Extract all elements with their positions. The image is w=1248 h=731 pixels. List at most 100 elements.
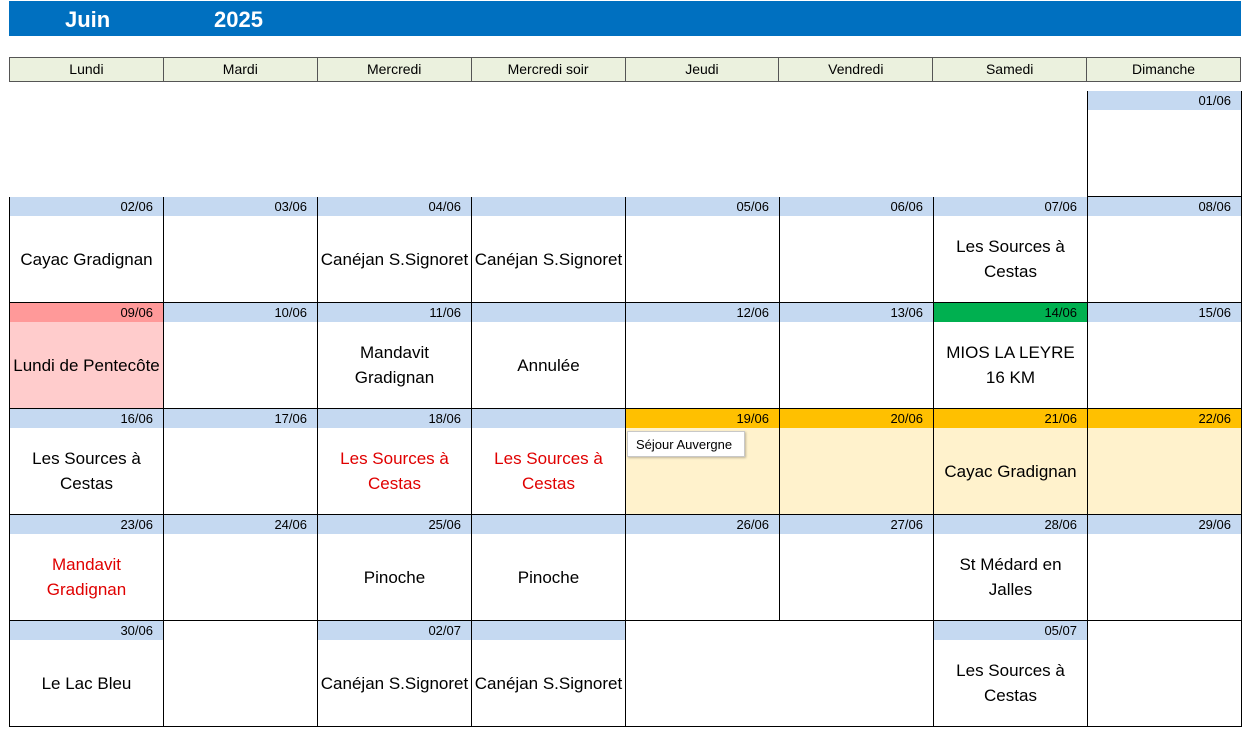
- date-strip: [472, 515, 625, 534]
- date-strip: 05/07: [934, 621, 1087, 640]
- calendar-cell[interactable]: 28/06 St Médard en Jalles: [933, 515, 1088, 621]
- event-label: Le Lac Bleu: [41, 673, 132, 693]
- date-strip: 27/06: [780, 515, 933, 534]
- date-strip: 07/06: [934, 197, 1087, 216]
- calendar-cell[interactable]: 05/07 Les Sources à Cestas: [933, 621, 1088, 727]
- calendar-cell[interactable]: 03/06: [163, 197, 318, 303]
- calendar-cell[interactable]: 15/06: [1087, 303, 1242, 409]
- calendar-cell[interactable]: [625, 621, 780, 727]
- calendar-cell[interactable]: 16/06 Les Sources à Cestas: [9, 409, 164, 515]
- date-strip: 08/06: [1088, 197, 1241, 216]
- weekday-header-cell[interactable]: Jeudi: [625, 57, 780, 82]
- calendar-cell[interactable]: 12/06: [625, 303, 780, 409]
- calendar-cell[interactable]: [163, 621, 318, 727]
- calendar-cell[interactable]: 02/07 Canéjan S.Signoret: [317, 621, 472, 727]
- calendar-cell[interactable]: 10/06: [163, 303, 318, 409]
- date-strip: [472, 303, 625, 322]
- tooltip-sejour-auvergne: Séjour Auvergne: [627, 431, 745, 457]
- event-label: Les Sources à Cestas: [956, 661, 1065, 705]
- event-label: Cayac Gradignan: [944, 461, 1077, 481]
- event-label: Pinoche: [517, 567, 580, 587]
- weekday-header-cell[interactable]: Mercredi soir: [471, 57, 626, 82]
- date-strip: 25/06: [318, 515, 471, 534]
- calendar-cell[interactable]: 25/06 Pinoche: [317, 515, 472, 621]
- date-strip: 15/06: [1088, 303, 1241, 322]
- calendar-cell[interactable]: 22/06: [1087, 409, 1242, 515]
- date-strip: 22/06: [1088, 409, 1241, 428]
- calendar-cell[interactable]: 01/06: [1087, 91, 1242, 197]
- event-label: Les Sources à Cestas: [32, 449, 141, 493]
- calendar-cell[interactable]: 29/06: [1087, 515, 1242, 621]
- date-strip: 06/06: [780, 197, 933, 216]
- calendar-cell[interactable]: Les Sources à Cestas: [471, 409, 626, 515]
- calendar-cell[interactable]: 24/06: [163, 515, 318, 621]
- calendar-cell[interactable]: 06/06: [779, 197, 934, 303]
- event-label: St Médard en Jalles: [959, 555, 1062, 599]
- weekday-header-cell[interactable]: Mercredi: [317, 57, 472, 82]
- calendar-cell[interactable]: 02/06 Cayac Gradignan: [9, 197, 164, 303]
- date-strip: 29/06: [1088, 515, 1241, 534]
- event-label: Annulée: [517, 355, 580, 375]
- date-strip: 01/06: [1088, 91, 1241, 110]
- date-strip: [472, 621, 625, 640]
- calendar-cell[interactable]: 21/06 Cayac Gradignan: [933, 409, 1088, 515]
- weekday-header-cell[interactable]: Mardi: [163, 57, 318, 82]
- date-strip: 21/06: [934, 409, 1087, 428]
- event-label: Canéjan S.Signoret: [474, 249, 623, 269]
- date-strip: 24/06: [164, 515, 317, 534]
- calendar-cell[interactable]: 30/06 Le Lac Bleu: [9, 621, 164, 727]
- calendar-cell[interactable]: 17/06: [163, 409, 318, 515]
- weekday-header-cell[interactable]: Lundi: [9, 57, 164, 82]
- event-label: Lundi de Pentecôte: [13, 355, 160, 375]
- date-strip: 18/06: [318, 409, 471, 428]
- calendar-cell[interactable]: [779, 621, 934, 727]
- calendar-cell[interactable]: 07/06 Les Sources à Cestas: [933, 197, 1088, 303]
- calendar-cell[interactable]: Canéjan S.Signoret: [471, 197, 626, 303]
- calendar-cell[interactable]: 18/06 Les Sources à Cestas: [317, 409, 472, 515]
- date-strip: 28/06: [934, 515, 1087, 534]
- date-strip: 13/06: [780, 303, 933, 322]
- date-strip: 17/06: [164, 409, 317, 428]
- calendar-cell[interactable]: 19/06: [625, 409, 780, 515]
- calendar-cell[interactable]: 09/06 Lundi de Pentecôte: [9, 303, 164, 409]
- event-label: MIOS LA LEYRE 16 KM: [946, 343, 1075, 387]
- calendar-cell[interactable]: 13/06: [779, 303, 934, 409]
- date-strip: 14/06: [934, 303, 1087, 322]
- month-title-bar: Juin 2025: [9, 1, 1241, 36]
- weekday-header-cell[interactable]: Dimanche: [1087, 57, 1241, 82]
- calendar-cell[interactable]: 08/06: [1087, 197, 1242, 303]
- calendar-cell[interactable]: 27/06: [779, 515, 934, 621]
- event-label: Les Sources à Cestas: [956, 237, 1065, 281]
- calendar-cell[interactable]: [1087, 621, 1242, 727]
- calendar-cell[interactable]: Annulée: [471, 303, 626, 409]
- date-strip: 19/06: [626, 409, 779, 428]
- event-label: Canéjan S.Signoret: [474, 673, 623, 693]
- calendar-cell[interactable]: 04/06 Canéjan S.Signoret: [317, 197, 472, 303]
- date-strip: 26/06: [626, 515, 779, 534]
- calendar-cell[interactable]: 11/06 Mandavit Gradignan: [317, 303, 472, 409]
- calendar-cell[interactable]: 20/06: [779, 409, 934, 515]
- date-strip: 23/06: [10, 515, 163, 534]
- year-label: 2025: [214, 7, 263, 32]
- date-strip: 03/06: [164, 197, 317, 216]
- weekday-header-cell[interactable]: Vendredi: [779, 57, 934, 82]
- event-label: Pinoche: [363, 567, 426, 587]
- calendar-cell[interactable]: Canéjan S.Signoret: [471, 621, 626, 727]
- date-strip: 11/06: [318, 303, 471, 322]
- calendar-cell[interactable]: Pinoche: [471, 515, 626, 621]
- date-strip: 09/06: [10, 303, 163, 322]
- date-strip: 05/06: [626, 197, 779, 216]
- calendar-cell[interactable]: 05/06: [625, 197, 780, 303]
- date-strip: [472, 409, 625, 428]
- event-label: Les Sources à Cestas: [494, 449, 603, 493]
- weekday-header-cell[interactable]: Samedi: [933, 57, 1088, 82]
- date-strip: 30/06: [10, 621, 163, 640]
- date-strip: 16/06: [10, 409, 163, 428]
- date-strip: 12/06: [626, 303, 779, 322]
- event-label: Mandavit Gradignan: [354, 343, 435, 387]
- calendar-cell[interactable]: 26/06: [625, 515, 780, 621]
- date-strip: 04/06: [318, 197, 471, 216]
- calendar-cell[interactable]: 23/06 Mandavit Gradignan: [9, 515, 164, 621]
- event-label: Canéjan S.Signoret: [320, 249, 469, 269]
- calendar-cell[interactable]: 14/06 MIOS LA LEYRE 16 KM: [933, 303, 1088, 409]
